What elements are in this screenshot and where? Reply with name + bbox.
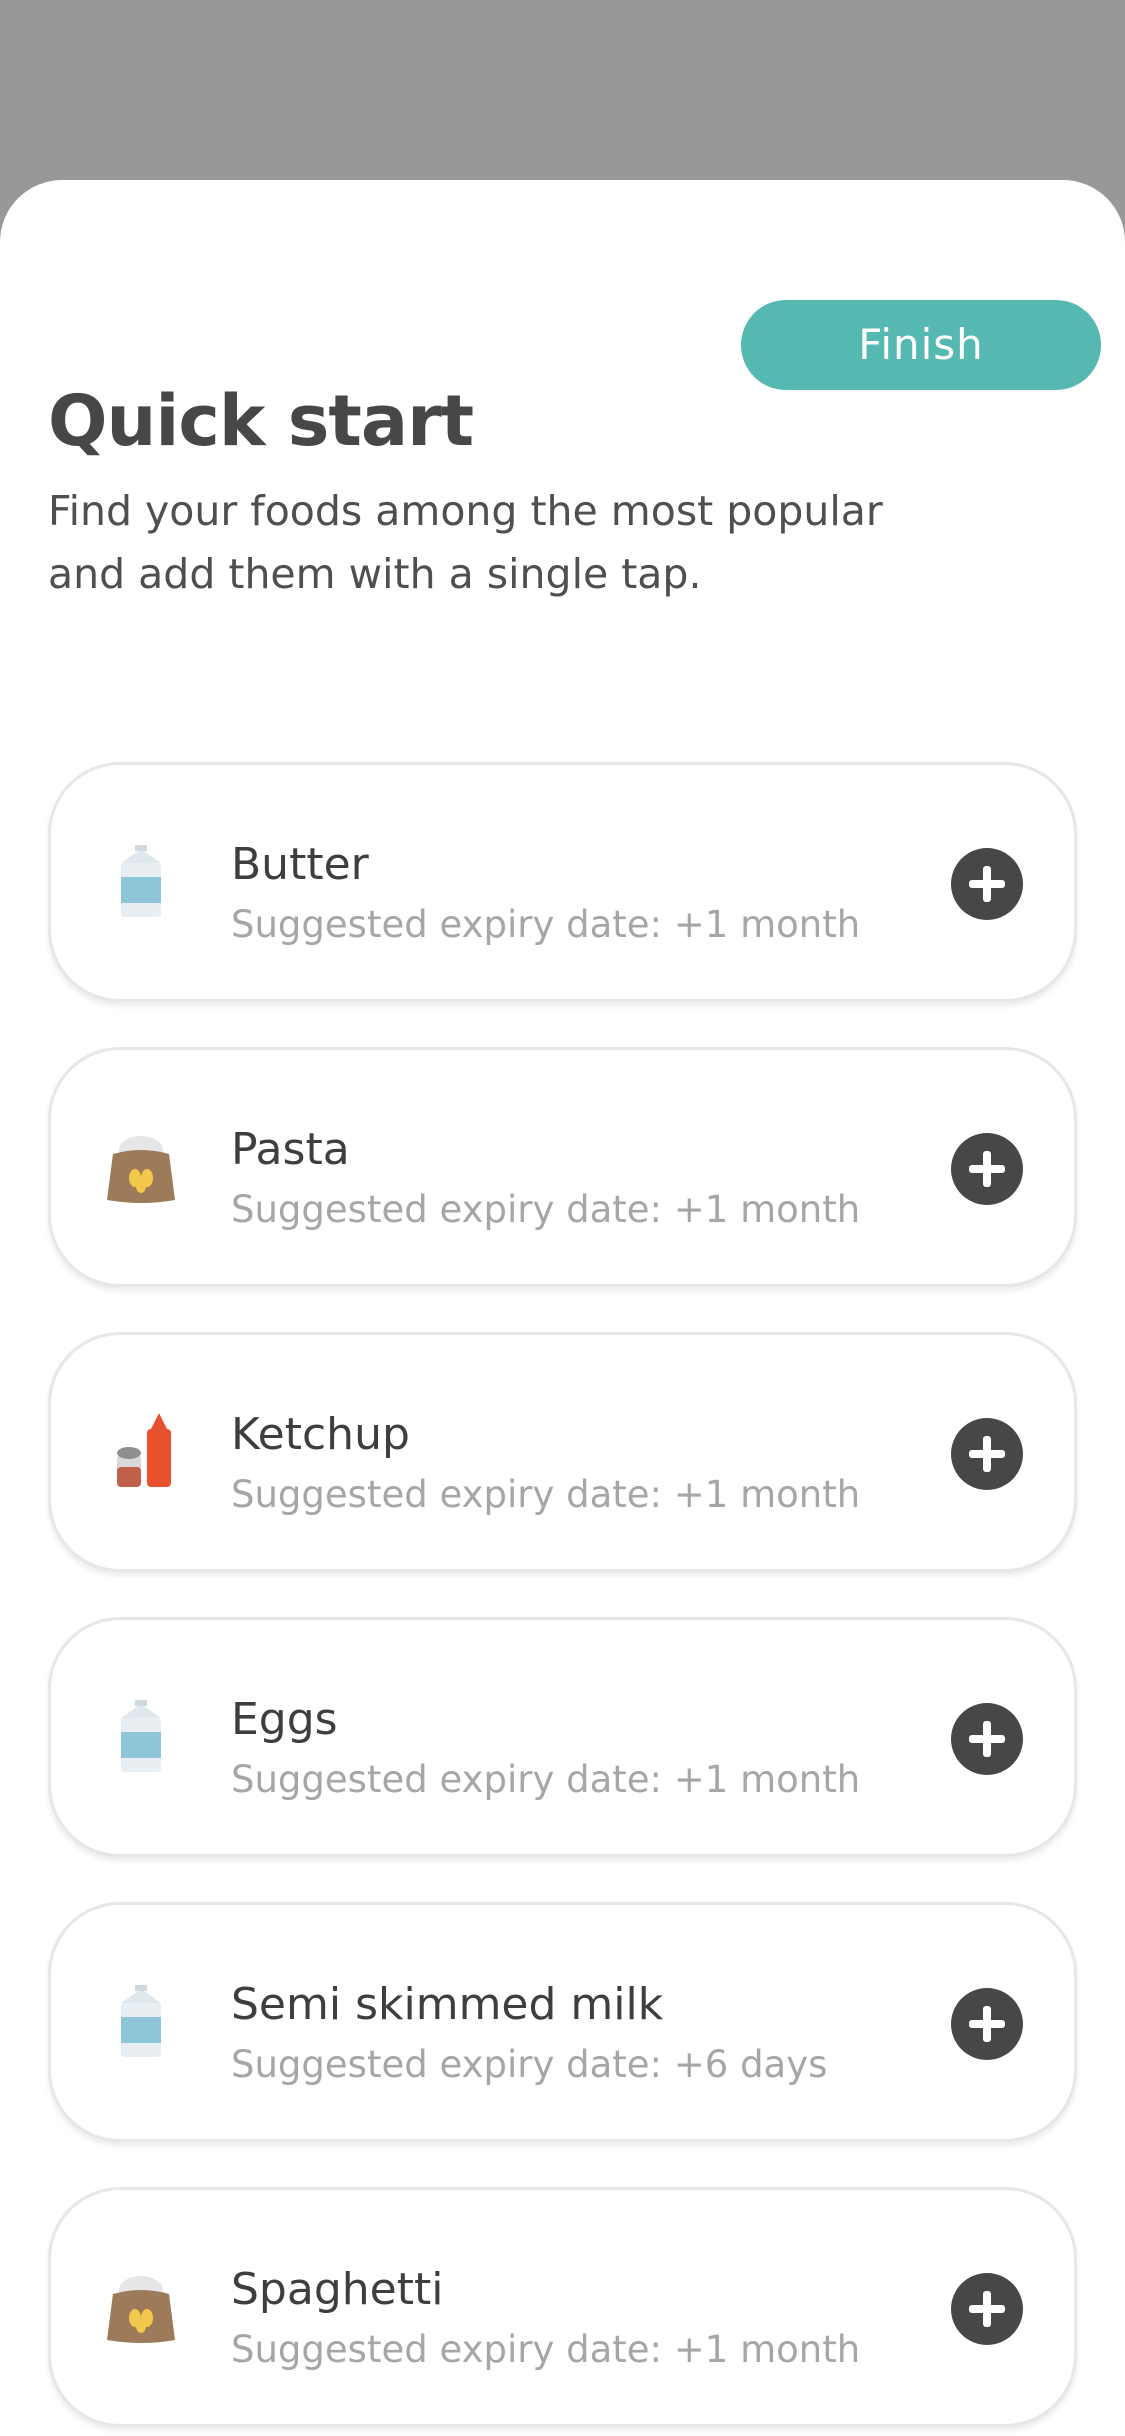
food-card-semi-skimmed-milk: Semi skimmed milk Suggested expiry date:… <box>48 1902 1077 2142</box>
add-food-button[interactable] <box>951 1703 1023 1775</box>
food-name: Butter <box>231 839 369 890</box>
food-expiry: Suggested expiry date: +1 month <box>231 1188 861 1231</box>
food-expiry: Suggested expiry date: +6 days <box>231 2043 828 2086</box>
add-food-button[interactable] <box>951 1418 1023 1490</box>
food-name: Ketchup <box>231 1409 410 1460</box>
food-expiry: Suggested expiry date: +1 month <box>231 903 861 946</box>
food-name: Eggs <box>231 1694 338 1745</box>
milk-carton-icon <box>91 1690 191 1790</box>
grain-sack-icon <box>91 1120 191 1220</box>
add-food-button[interactable] <box>951 1133 1023 1205</box>
food-name: Semi skimmed milk <box>231 1979 664 2030</box>
condiments-icon <box>91 1405 191 1505</box>
food-expiry: Suggested expiry date: +1 month <box>231 2328 861 2371</box>
food-expiry: Suggested expiry date: +1 month <box>231 1473 861 1516</box>
milk-carton-icon <box>91 1975 191 2075</box>
food-card-butter: Butter Suggested expiry date: +1 month <box>48 762 1077 1002</box>
grain-sack-icon <box>91 2260 191 2360</box>
page-title: Quick start <box>48 380 474 462</box>
food-list: Butter Suggested expiry date: +1 month P… <box>48 762 1077 2436</box>
food-card-spaghetti: Spaghetti Suggested expiry date: +1 mont… <box>48 2187 1077 2427</box>
page-subtitle: Find your foods among the most popular a… <box>48 487 883 598</box>
food-expiry: Suggested expiry date: +1 month <box>231 1758 861 1801</box>
food-card-ketchup: Ketchup Suggested expiry date: +1 month <box>48 1332 1077 1572</box>
food-card-eggs: Eggs Suggested expiry date: +1 month <box>48 1617 1077 1857</box>
food-name: Spaghetti <box>231 2264 444 2315</box>
add-food-button[interactable] <box>951 2273 1023 2345</box>
add-food-button[interactable] <box>951 1988 1023 2060</box>
finish-button[interactable]: Finish <box>741 300 1101 390</box>
quick-start-sheet: Finish Quick start Find your foods among… <box>0 180 1125 2436</box>
food-name: Pasta <box>231 1124 350 1175</box>
milk-carton-icon <box>91 835 191 935</box>
food-card-pasta: Pasta Suggested expiry date: +1 month <box>48 1047 1077 1287</box>
add-food-button[interactable] <box>951 848 1023 920</box>
